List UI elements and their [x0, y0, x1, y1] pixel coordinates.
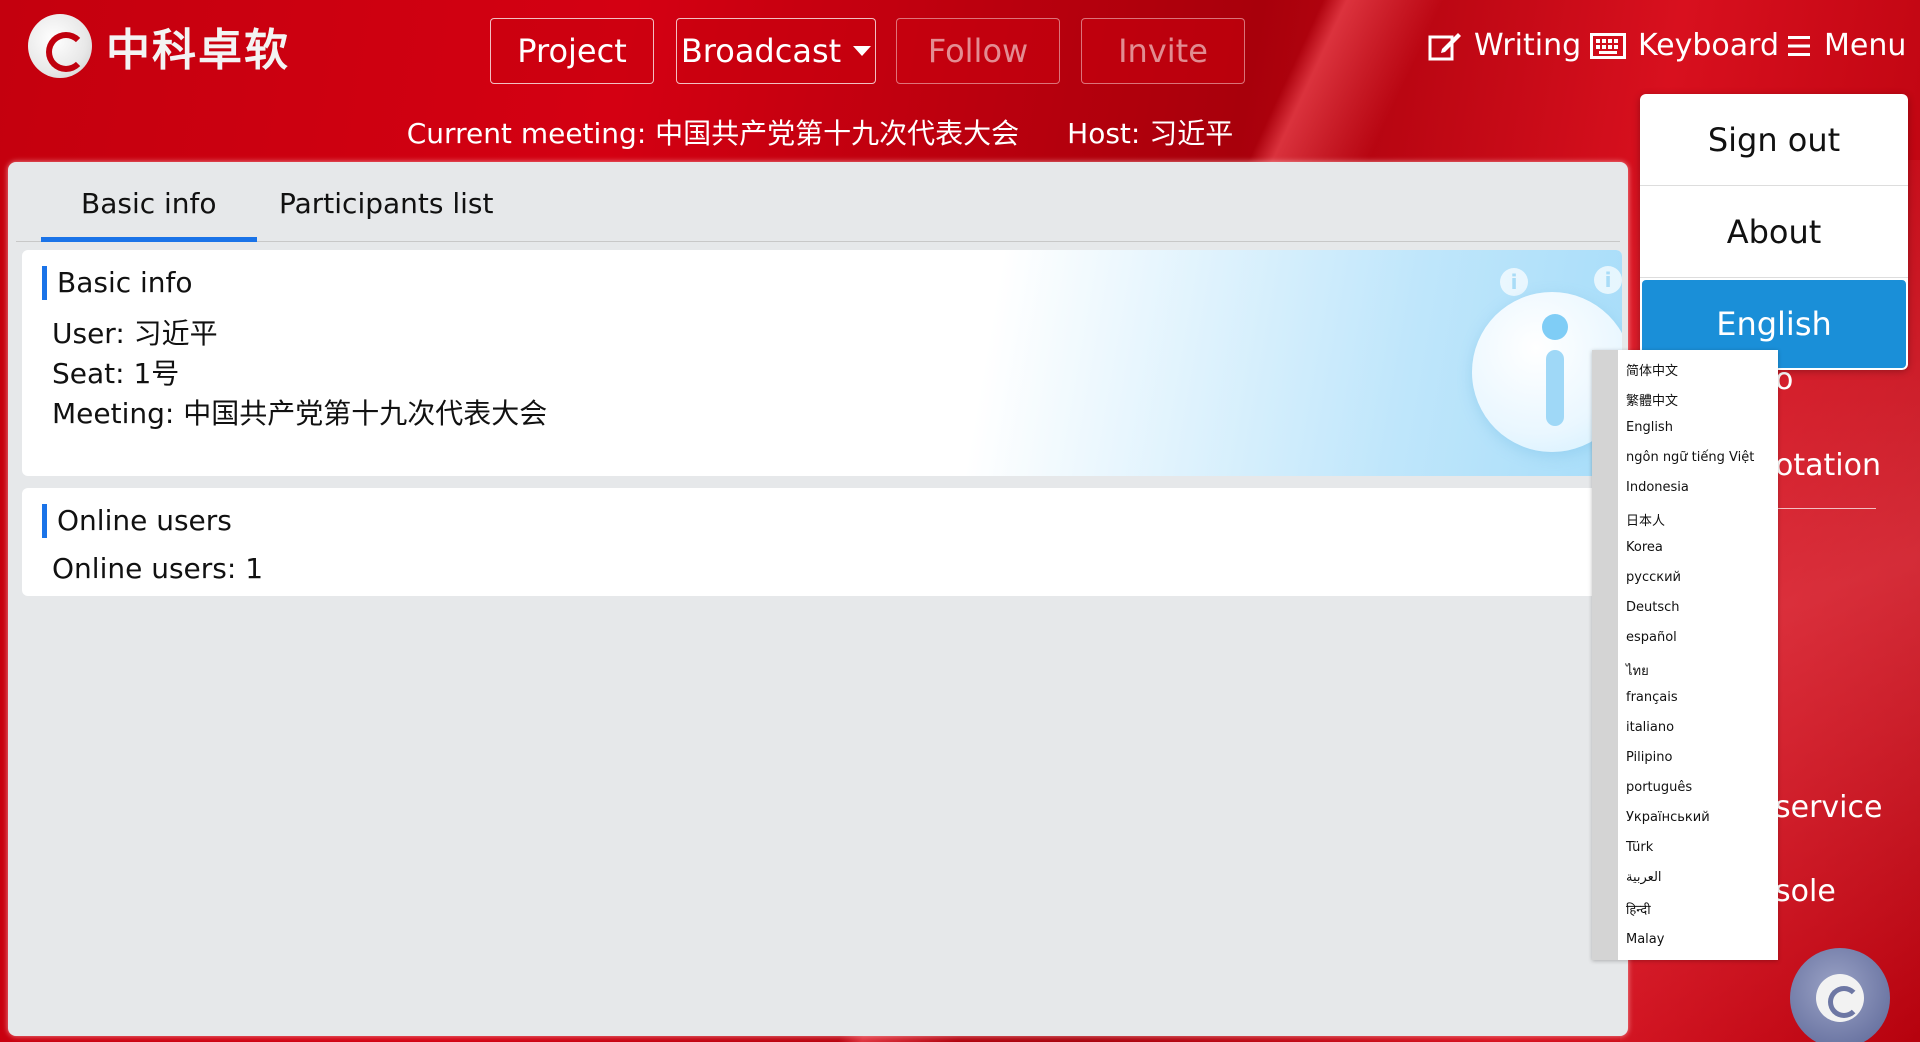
edit-icon: [1428, 32, 1461, 60]
language-option[interactable]: English: [1626, 420, 1673, 435]
follow-label: Follow: [927, 32, 1029, 70]
logo: 中科卓软: [28, 14, 290, 78]
language-option[interactable]: русский: [1626, 570, 1681, 585]
project-button[interactable]: Project: [490, 18, 654, 84]
tab-basic-info[interactable]: Basic info: [41, 184, 257, 242]
info-icon-small: i: [1594, 266, 1622, 294]
tab-bar: Basic info Participants list: [16, 162, 1620, 242]
invite-label: Invite: [1118, 32, 1208, 70]
meeting-value: Meeting: 中国共产党第十九次代表大会: [52, 397, 548, 430]
menu-dropdown: Sign out About English: [1640, 94, 1908, 370]
menu-item-partial: otation: [1775, 448, 1881, 483]
info-icon-small: i: [1500, 268, 1528, 296]
menu-item-partial: sole: [1775, 874, 1836, 909]
main-panel: Basic info Participants list i i Basic i…: [8, 162, 1628, 1036]
tab-participants-list[interactable]: Participants list: [239, 184, 534, 242]
broadcast-button[interactable]: Broadcast: [676, 18, 876, 84]
about-label: About: [1726, 212, 1822, 251]
keyboard-label: Keyboard: [1638, 28, 1780, 63]
chevron-down-icon: [853, 46, 872, 56]
language-option[interactable]: español: [1626, 630, 1677, 645]
current-meeting: Current meeting: 中国共产党第十九次代表大会: [406, 117, 1020, 150]
follow-button[interactable]: Follow: [896, 18, 1060, 84]
language-option[interactable]: Український: [1626, 810, 1710, 825]
language-option[interactable]: 日本人: [1626, 510, 1665, 529]
language-option[interactable]: العربية: [1626, 870, 1662, 885]
language-option[interactable]: português: [1626, 780, 1692, 795]
hamburger-icon: [1788, 35, 1810, 56]
online-users-title: Online users: [42, 504, 232, 538]
info-icon-dot: [1542, 314, 1568, 340]
language-option[interactable]: ngôn ngữ tiếng Việt: [1626, 450, 1754, 465]
menu-item-partial: service: [1775, 790, 1883, 825]
language-option[interactable]: italiano: [1626, 720, 1674, 735]
language-option[interactable]: Indonesia: [1626, 480, 1689, 495]
writing-button[interactable]: Writing: [1428, 28, 1581, 63]
online-users-count: Online users: 1: [52, 552, 264, 585]
invite-button[interactable]: Invite: [1081, 18, 1245, 84]
meeting-info-bar: Current meeting: 中国共产党第十九次代表大会 Host: 习近平: [0, 106, 1640, 158]
language-option[interactable]: Korea: [1626, 540, 1663, 555]
brand-name: 中科卓软: [106, 25, 290, 76]
menu-button[interactable]: Menu: [1786, 28, 1906, 63]
project-label: Project: [517, 32, 627, 70]
language-options-list: 简体中文 繁體中文 English ngôn ngữ tiếng Việt In…: [1592, 350, 1778, 960]
writing-label: Writing: [1474, 28, 1582, 63]
broadcast-label: Broadcast: [680, 32, 842, 70]
language-option[interactable]: 简体中文: [1626, 360, 1678, 379]
menu-label: Menu: [1824, 28, 1907, 63]
keyboard-button[interactable]: Keyboard: [1590, 28, 1779, 63]
tab-basic-info-label: Basic info: [81, 187, 217, 220]
language-option[interactable]: Türk: [1626, 840, 1653, 855]
seat-value: Seat: 1号: [52, 357, 180, 390]
basic-info-card: i i Basic info User: 习近平 Seat: 1号 Meetin…: [22, 250, 1622, 476]
language-option[interactable]: ไทย: [1626, 660, 1649, 681]
user-value: User: 习近平: [52, 317, 218, 350]
top-bar: 中科卓软 Project Broadcast Follow Invite Wri…: [0, 0, 1920, 100]
basic-info-title: Basic info: [42, 266, 193, 300]
online-users-card: Online users Online users: 1: [22, 488, 1622, 596]
about-item[interactable]: About: [1640, 186, 1908, 278]
language-option[interactable]: Pilipino: [1626, 750, 1672, 765]
keyboard-icon: [1590, 32, 1626, 59]
tab-participants-list-label: Participants list: [279, 187, 494, 220]
language-option[interactable]: हिन्दी: [1626, 900, 1651, 918]
language-option[interactable]: français: [1626, 690, 1678, 705]
floating-logo-button[interactable]: [1790, 948, 1890, 1042]
language-option[interactable]: 繁體中文: [1626, 390, 1678, 409]
language-option[interactable]: Deutsch: [1626, 600, 1680, 615]
logo-icon: [28, 14, 92, 78]
meeting-host: Host: 习近平: [1067, 117, 1234, 150]
language-select-label: English: [1716, 305, 1832, 343]
sign-out-label: Sign out: [1707, 120, 1841, 159]
sign-out-item[interactable]: Sign out: [1640, 94, 1908, 186]
info-icon-bar: [1546, 350, 1564, 426]
language-option[interactable]: Malay: [1626, 932, 1664, 947]
